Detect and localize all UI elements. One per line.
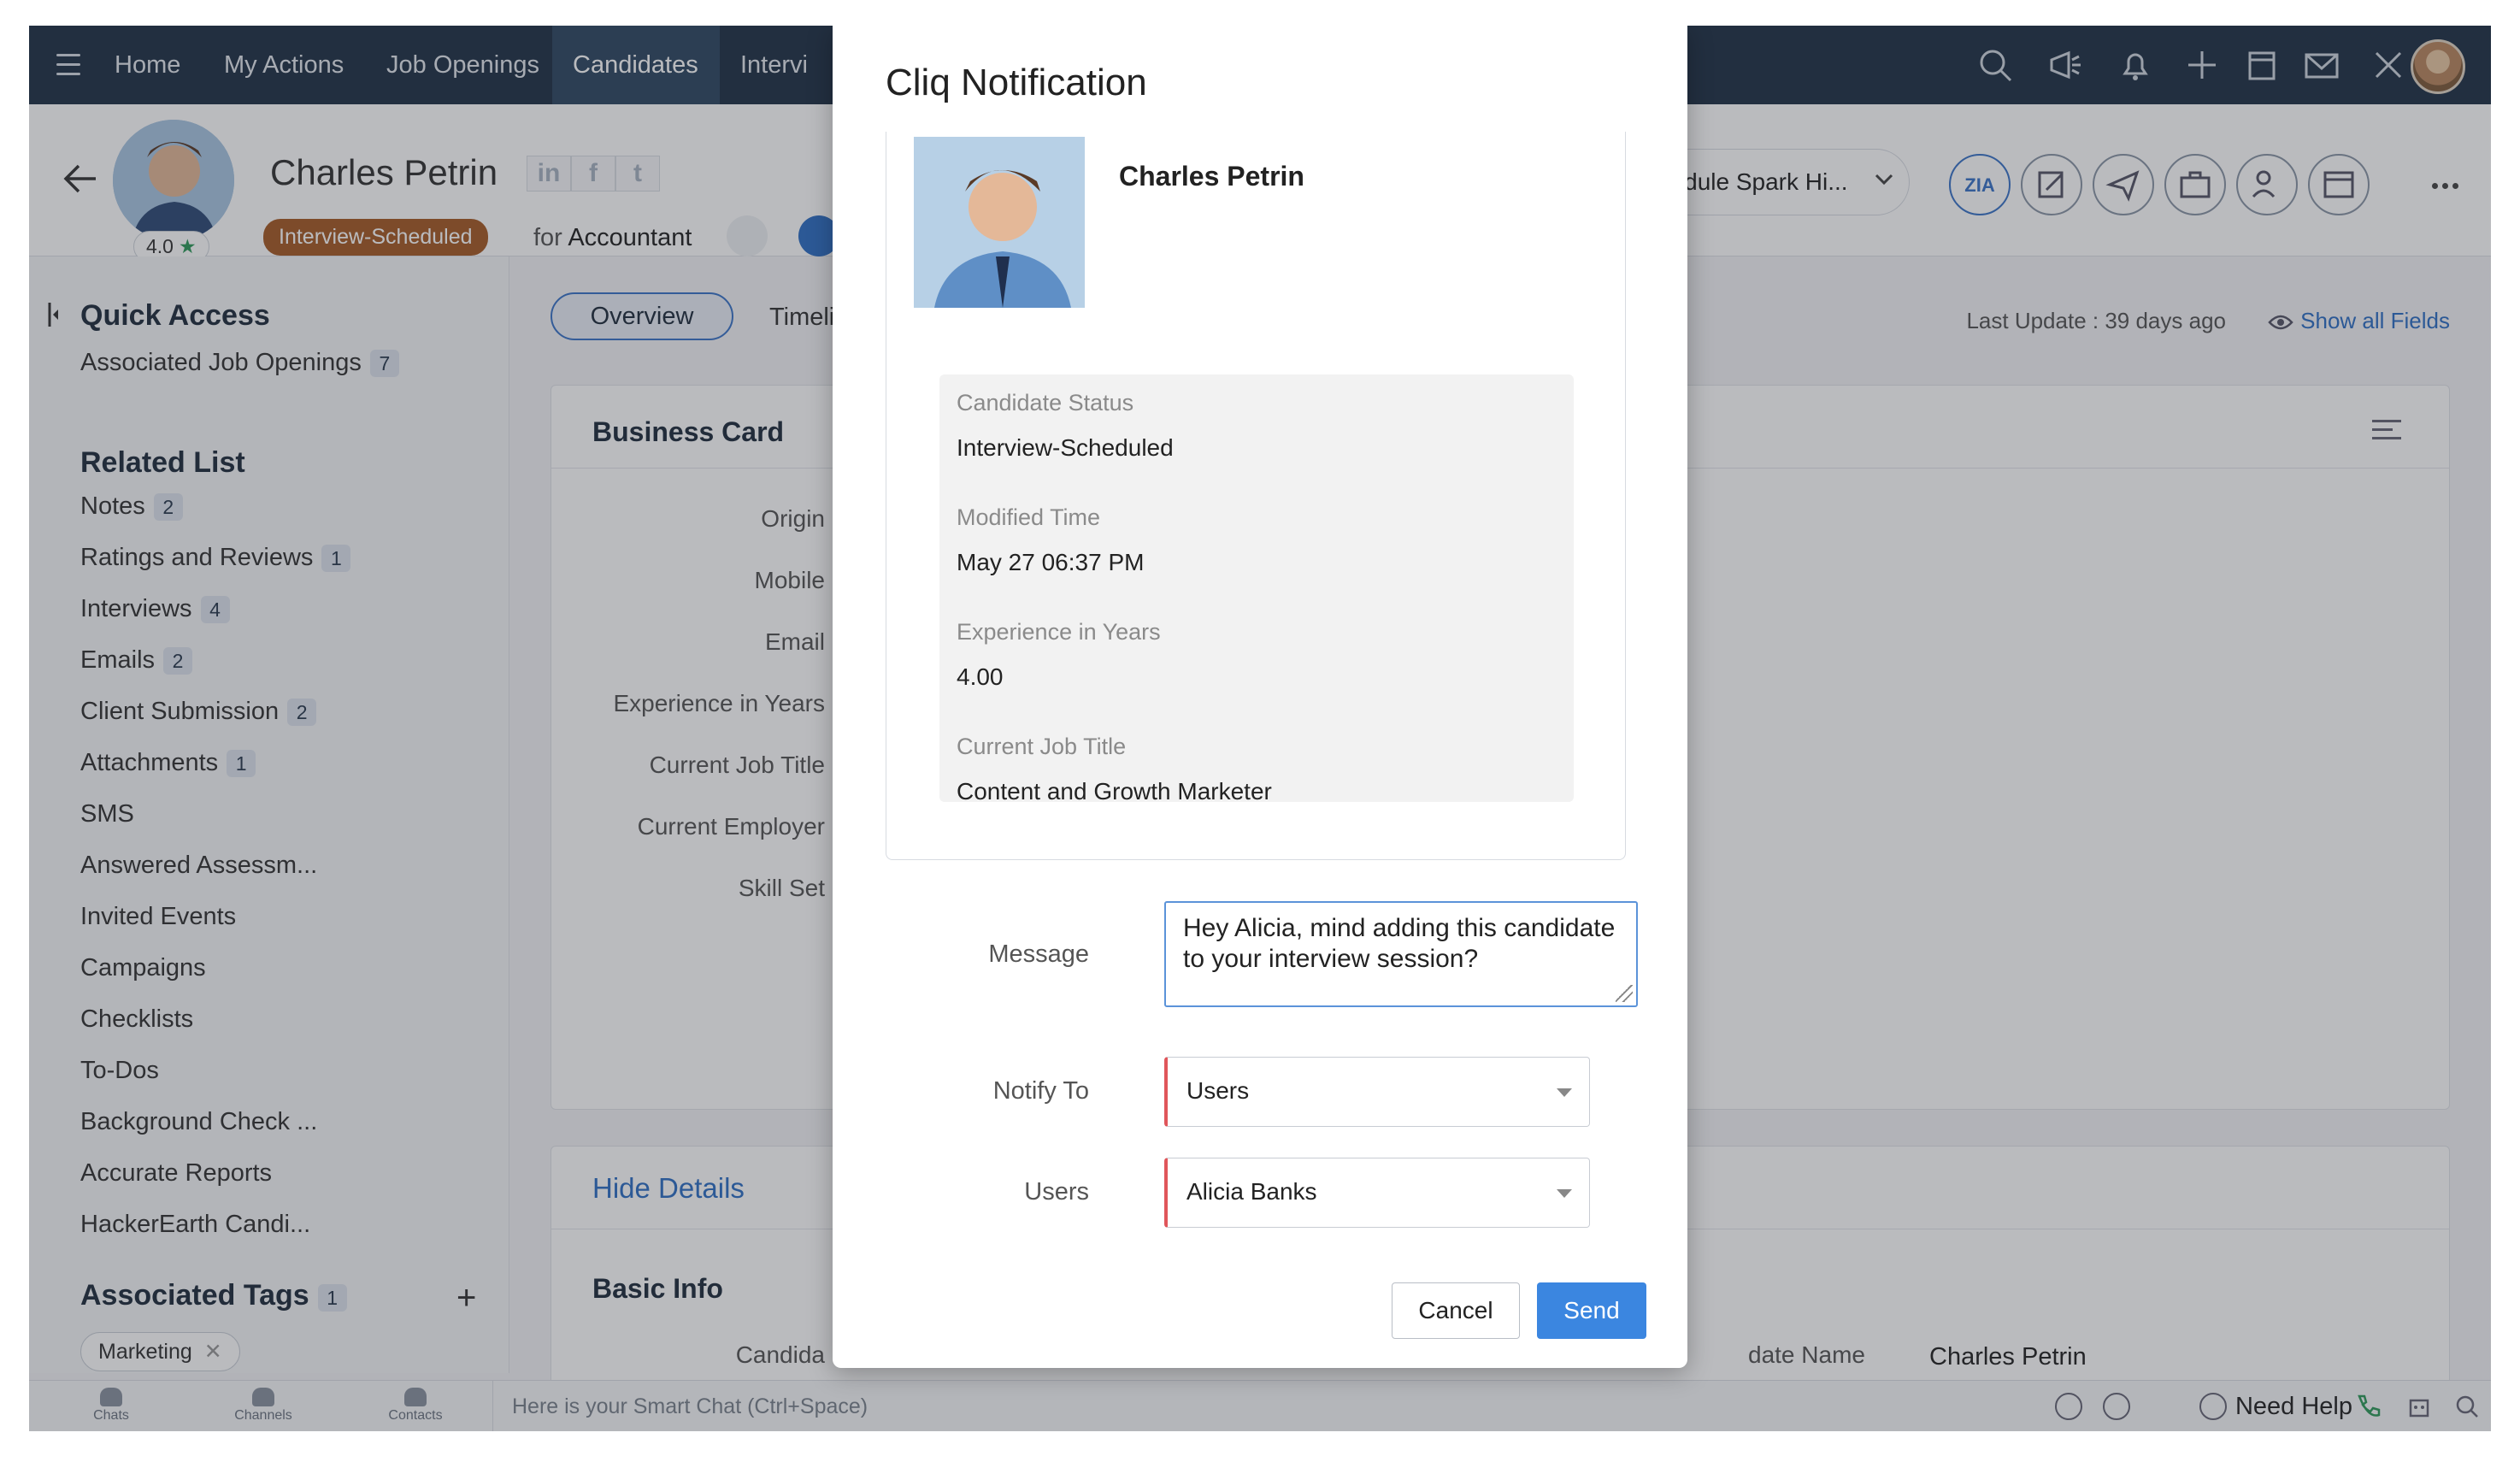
users-value: Alicia Banks: [1186, 1178, 1317, 1205]
info-value: 4.00: [957, 663, 1004, 690]
info-value: May 27 06:37 PM: [957, 549, 1145, 575]
candidate-info-box: Candidate Status Interview-Scheduled Mod…: [939, 374, 1574, 802]
info-value: Interview-Scheduled: [957, 434, 1174, 461]
info-label: Experience in Years: [957, 619, 1161, 645]
info-label: Current Job Title: [957, 734, 1127, 759]
candidate-photo: [914, 137, 1085, 308]
cliq-notification-dialog: Cliq Notification Charles Petrin Candida…: [833, 26, 1687, 1368]
resize-handle-icon[interactable]: [1616, 985, 1633, 1002]
users-label: Users: [1024, 1178, 1089, 1206]
dialog-title: Cliq Notification: [886, 62, 1147, 103]
notification-preview-card: Charles Petrin Candidate Status Intervie…: [886, 132, 1626, 860]
cancel-button[interactable]: Cancel: [1392, 1282, 1520, 1339]
message-label: Message: [988, 940, 1089, 968]
info-label: Candidate Status: [957, 390, 1134, 416]
users-select[interactable]: Alicia Banks: [1164, 1158, 1590, 1228]
message-textarea[interactable]: Hey Alicia, mind adding this candidate t…: [1164, 901, 1638, 1007]
preview-candidate-name: Charles Petrin: [1119, 161, 1304, 192]
dropdown-caret-icon: [1557, 1088, 1572, 1097]
notify-to-value: Users: [1186, 1077, 1250, 1104]
dropdown-caret-icon: [1557, 1189, 1572, 1198]
notify-to-label: Notify To: [992, 1077, 1089, 1105]
message-text: Hey Alicia, mind adding this candidate t…: [1183, 914, 1616, 973]
app-window: Home My Actions Job Openings Candidates …: [29, 26, 2491, 1431]
send-button[interactable]: Send: [1537, 1282, 1646, 1339]
info-label: Modified Time: [957, 504, 1101, 530]
notify-to-select[interactable]: Users: [1164, 1057, 1590, 1127]
info-value: Content and Growth Marketer: [957, 778, 1272, 802]
